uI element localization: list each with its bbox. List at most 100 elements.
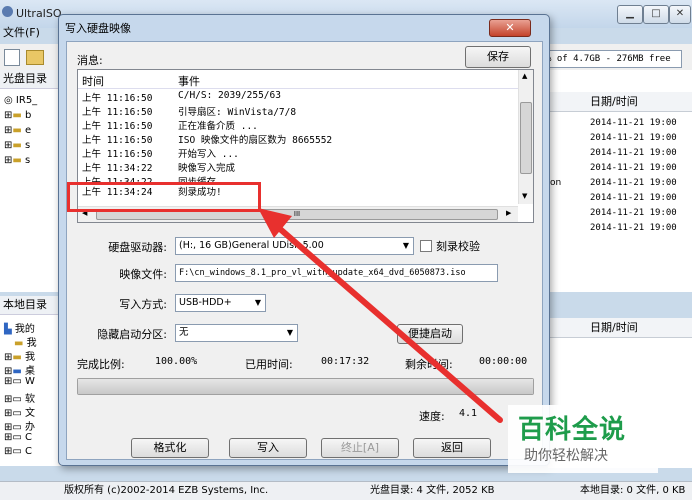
stop-button[interactable]: 终止[A] — [321, 438, 399, 458]
local-file-count: 本地目录: 0 文件, 0 KB — [580, 485, 686, 496]
file-date: 2014-11-21 19:00 — [590, 133, 677, 143]
menu-file[interactable]: 文件(F) — [3, 26, 40, 39]
folder-icon: ▬ — [12, 155, 22, 166]
tree-item[interactable]: ⊞▭ 文 — [4, 404, 35, 419]
computer-icon: ▙ — [4, 324, 12, 335]
file-date: 2014-11-21 19:00 — [590, 208, 677, 218]
progress-fill — [78, 379, 533, 394]
date-column-header-local[interactable]: 日期/时间 — [548, 318, 692, 338]
log-col-time[interactable]: 时间 — [82, 73, 104, 89]
folder-icon: ▬ — [12, 125, 22, 136]
speed-label: 速度: — [419, 410, 445, 423]
drive-label: 硬盘驱动器: — [108, 241, 167, 254]
tree-item[interactable]: ⊞▬ s — [4, 155, 30, 166]
tree-item[interactable]: ▙ 我的 — [4, 320, 35, 335]
file-date: 2014-11-21 19:00 — [590, 148, 677, 158]
tree-item[interactable]: ⊞▬ s — [4, 140, 30, 151]
dialog-body: 消息: 保存 时间 事件 上午 11:16:50 C/H/S: 2039/255/… — [66, 41, 543, 460]
log-row: 上午 11:16:50 开始写入 ... — [82, 149, 239, 160]
tree-item[interactable]: ⊞▭ 办 — [4, 418, 35, 433]
cd-file-count: 光盘目录: 4 文件, 2052 KB — [370, 485, 495, 496]
messages-label: 消息: — [77, 54, 103, 67]
tree-item[interactable]: ⊞▬ e — [4, 125, 31, 136]
log-row: 上午 11:34:22 映像写入完成 — [82, 163, 236, 174]
tree-item[interactable]: ⊞▭ 软 — [4, 390, 35, 405]
image-file-label: 映像文件: — [119, 268, 167, 281]
local-directory-label: 本地目录 — [0, 296, 65, 315]
date-column-header[interactable]: 日期/时间 — [548, 92, 692, 112]
log-row: 上午 11:34:22同步缓存 — [78, 174, 518, 182]
scroll-up-icon[interactable]: ▲ — [522, 72, 527, 80]
verify-checkbox[interactable] — [420, 240, 432, 252]
tree-item[interactable]: ⊞▭ C — [4, 446, 32, 457]
file-date: 2014-11-21 19:00 — [590, 223, 677, 233]
watermark-subtitle: 助你轻松解决 — [524, 448, 608, 464]
back-button[interactable]: 返回 — [413, 438, 491, 458]
drive-icon: ▭ — [12, 432, 22, 443]
cd-file-list: 日期/时间 2014-11-21 19:00 2014-11-21 19:00 … — [548, 70, 692, 292]
elapsed-label: 已用时间: — [245, 358, 293, 371]
cd-directory-label: 光盘目录 — [0, 70, 65, 89]
maximize-button[interactable]: □ — [643, 5, 669, 24]
log-vertical-scrollbar[interactable]: ▲ ▼ — [518, 70, 533, 204]
remaining-value: 00:00:00 — [479, 356, 528, 367]
save-button[interactable]: 保存 — [465, 46, 531, 68]
write-disk-image-dialog: 写入硬盘映像 ✕ 消息: 保存 时间 事件 上午 11:16:50 C/H/S: … — [58, 14, 550, 466]
status-bar: 版权所有 (c)2002-2014 EZB Systems, Inc. 光盘目录… — [0, 481, 692, 500]
image-file-input[interactable]: F:\cn_windows_8.1_pro_vl_with_update_x64… — [175, 264, 498, 282]
log-row: 上午 11:16:50 正在准备介质 ... — [82, 121, 258, 132]
scroll-right-icon[interactable]: ▶ — [506, 209, 511, 217]
close-icon[interactable]: ✕ — [669, 5, 691, 24]
tree-item[interactable]: ⊞▭ W — [4, 376, 35, 387]
chevron-down-icon: ▼ — [254, 298, 262, 307]
log-row: 上午 11:16:50 C/H/S: 2039/255/63 — [82, 90, 281, 104]
log-header: 时间 事件 — [78, 70, 520, 89]
scroll-thumb[interactable] — [520, 102, 532, 174]
drive-icon: ▭ — [12, 446, 22, 457]
quick-boot-button[interactable]: 便捷启动 — [397, 324, 463, 344]
app-icon — [2, 6, 13, 17]
folder-icon: ▬ — [12, 140, 22, 151]
chevron-down-icon: ▼ — [286, 328, 294, 337]
file-date: 2014-11-21 19:00 — [590, 178, 677, 188]
tree-item[interactable]: ⊞▬ 我 — [4, 348, 35, 363]
dialog-title: 写入硬盘映像 — [65, 22, 131, 35]
format-button[interactable]: 格式化 — [131, 438, 209, 458]
new-file-icon[interactable] — [4, 49, 20, 66]
minimize-button[interactable]: ▁ — [617, 5, 643, 24]
tree-item[interactable]: ◎ IR5_ — [4, 95, 37, 106]
drive-icon: ▭ — [12, 376, 22, 387]
file-date: 2014-11-21 19:00 — [590, 193, 677, 203]
menu-bar: 文件(F) — [0, 24, 60, 40]
done-ratio-value: 100.00% — [155, 356, 198, 367]
tree-item[interactable]: ▬ 我 — [14, 334, 37, 349]
tree-item[interactable]: ⊞▬ 桌 — [4, 362, 35, 377]
hidden-partition-select[interactable]: 无 ▼ — [175, 324, 298, 342]
log-row: 上午 11:16:50 引导扇区: WinVista/7/8 — [82, 107, 297, 118]
drive-select[interactable]: (H:, 16 GB)General UDisk 5.00 ▼ — [175, 237, 414, 255]
dialog-close-button[interactable]: ✕ — [489, 19, 531, 37]
scroll-down-icon[interactable]: ▼ — [522, 192, 527, 200]
annotation-highlight-box — [67, 182, 261, 212]
folder-icon: ▬ — [12, 110, 22, 121]
file-date: 2014-11-21 19:00 — [590, 118, 677, 128]
hidden-partition-label: 隐藏启动分区: — [97, 328, 167, 341]
file-date: 2014-11-21 19:00 — [590, 163, 677, 173]
tree-item[interactable]: ⊞▬ b — [4, 110, 31, 121]
cd-icon: ◎ — [4, 95, 13, 106]
log-col-event[interactable]: 事件 — [178, 73, 200, 89]
watermark-title: 百科全说 — [518, 415, 627, 445]
tree-item[interactable]: ⊞▭ C — [4, 432, 32, 443]
chevron-down-icon: ▼ — [402, 241, 410, 250]
partial-text: on — [550, 178, 562, 188]
write-method-label: 写入方式: — [119, 298, 167, 311]
open-folder-icon[interactable] — [26, 50, 44, 65]
done-ratio-label: 完成比例: — [77, 358, 125, 371]
elapsed-value: 00:17:32 — [321, 356, 370, 367]
write-method-select[interactable]: USB-HDD+ ▼ — [175, 294, 266, 312]
capacity-indicator: % of 4.7GB - 276MB free — [545, 50, 682, 68]
watermark-logo: 百科全说 助你轻松解决 — [508, 405, 658, 473]
verify-label[interactable]: 刻录校验 — [436, 238, 480, 254]
write-button[interactable]: 写入 — [229, 438, 307, 458]
cd-directory-tree: 光盘目录 ◎ IR5_ ⊞▬ b ⊞▬ e ⊞▬ s ⊞▬ s — [0, 70, 65, 292]
